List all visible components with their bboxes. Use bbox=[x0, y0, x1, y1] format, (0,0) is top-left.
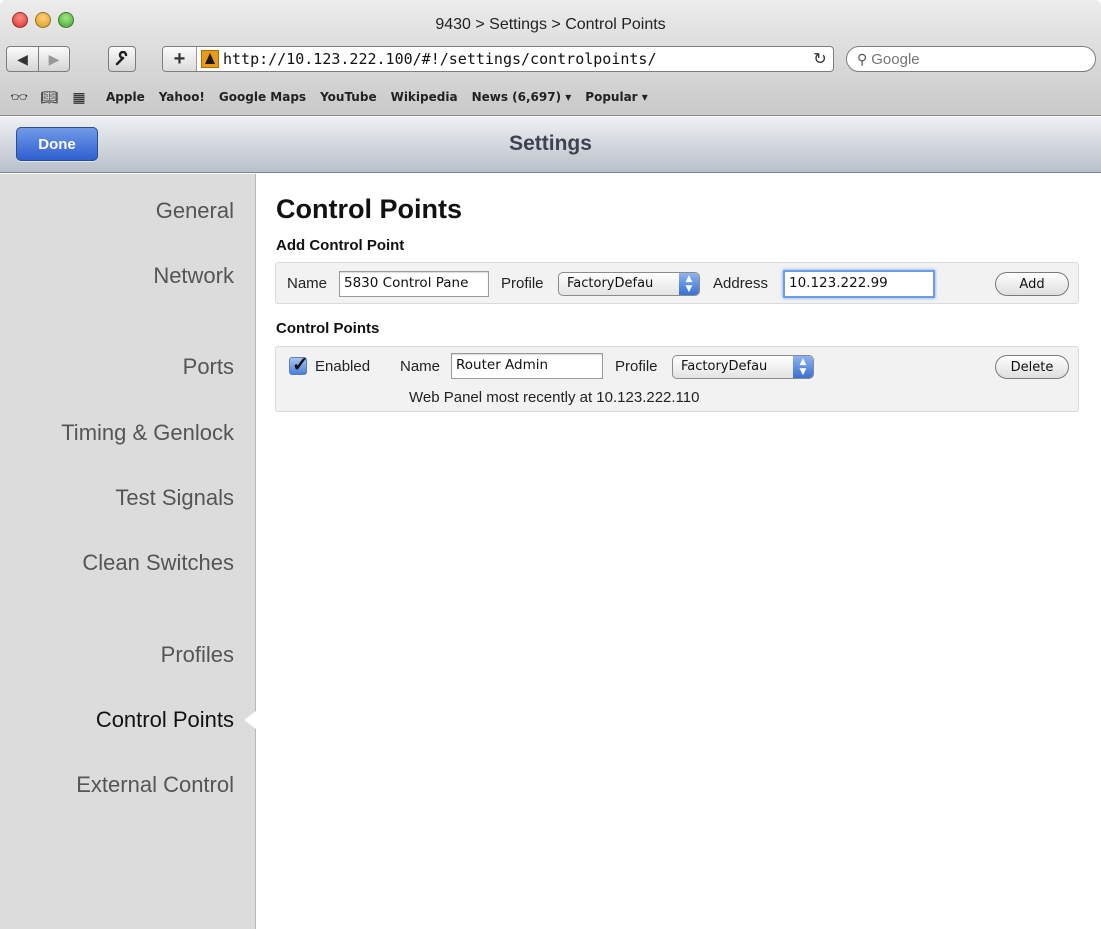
browser-window: 9430 > Settings > Control Points ◀ ▶ + h… bbox=[0, 0, 1101, 929]
reload-icon[interactable]: ↻ bbox=[807, 49, 833, 69]
open-book-icon[interactable]: 📖︎ bbox=[38, 89, 60, 106]
main-content: Control Points Add Control Point Name 58… bbox=[257, 174, 1101, 929]
add-bookmark-button[interactable]: + bbox=[163, 47, 197, 71]
add-section-title: Add Control Point bbox=[276, 237, 405, 254]
profile-select[interactable]: FactoryDefau ▲ ▼ bbox=[558, 272, 700, 296]
back-button[interactable]: ◀ bbox=[6, 46, 39, 72]
enabled-label: Enabled bbox=[315, 358, 371, 375]
row-profile-select[interactable]: FactoryDefau ▲ ▼ bbox=[672, 355, 814, 379]
row-profile-label: Profile bbox=[615, 358, 658, 375]
search-field[interactable]: ⚲ bbox=[846, 46, 1096, 72]
sidebar-item-control-points[interactable]: Control Points bbox=[96, 707, 234, 733]
enabled-checkbox[interactable]: ✓ bbox=[289, 354, 309, 376]
sidebar-item-timing-genlock[interactable]: Timing & Genlock bbox=[61, 420, 234, 446]
bookmark-apple[interactable]: Apple bbox=[106, 90, 145, 104]
reading-glasses-icon[interactable]: 👓︎ bbox=[8, 89, 30, 106]
page-title: Control Points bbox=[276, 194, 462, 224]
address-input[interactable]: 10.123.222.99 bbox=[783, 270, 935, 298]
active-item-pointer bbox=[244, 711, 256, 729]
bookmark-google-maps[interactable]: Google Maps bbox=[219, 90, 306, 104]
row-name-input[interactable]: Router Admin bbox=[451, 353, 603, 379]
site-favicon-icon bbox=[201, 50, 219, 68]
wrench-icon bbox=[115, 51, 128, 66]
sidebar-item-clean-switches[interactable]: Clean Switches bbox=[82, 550, 234, 576]
bookmark-wikipedia[interactable]: Wikipedia bbox=[391, 90, 458, 104]
list-section-title: Control Points bbox=[276, 320, 380, 337]
search-input[interactable] bbox=[871, 50, 1072, 68]
bookmarks-bar: 👓︎ 📖︎ ▦ Apple Yahoo! Google Maps YouTube… bbox=[0, 86, 1101, 108]
window-title: 9430 > Settings > Control Points bbox=[435, 16, 666, 33]
profile-label: Profile bbox=[501, 275, 544, 292]
title-bar: 9430 > Settings > Control Points bbox=[0, 0, 1101, 40]
updown-arrows-icon: ▲ ▼ bbox=[679, 273, 699, 295]
name-label: Name bbox=[287, 275, 328, 292]
status-text: Web Panel most recently at 10.123.222.11… bbox=[409, 389, 700, 406]
checkmark-icon: ✓ bbox=[292, 354, 309, 376]
bookmark-yahoo[interactable]: Yahoo! bbox=[159, 90, 205, 104]
arrow-left-icon: ◀ bbox=[17, 50, 28, 67]
sidebar-item-ports[interactable]: Ports bbox=[183, 354, 234, 380]
bookmark-popular[interactable]: Popular ▾ bbox=[585, 90, 648, 104]
row-profile-select-value: FactoryDefau bbox=[681, 359, 768, 374]
delete-button[interactable]: Delete bbox=[995, 355, 1069, 379]
browser-toolbar: ◀ ▶ + http://10.123.222.100/#!/settings/… bbox=[0, 44, 1101, 80]
profile-select-value: FactoryDefau bbox=[567, 276, 654, 291]
search-icon: ⚲ bbox=[857, 50, 868, 67]
updown-arrows-icon: ▲ ▼ bbox=[793, 356, 813, 378]
sidebar-item-external-control[interactable]: External Control bbox=[76, 772, 234, 798]
bookmark-youtube[interactable]: YouTube bbox=[320, 90, 377, 104]
settings-header: Done Settings bbox=[0, 117, 1101, 173]
page-header-title: Settings bbox=[509, 132, 592, 155]
browser-chrome: 9430 > Settings > Control Points ◀ ▶ + h… bbox=[0, 0, 1101, 116]
settings-sidebar: General Network Ports Timing & Genlock T… bbox=[0, 174, 256, 929]
add-control-point-panel: Name 5830 Control Pane Profile FactoryDe… bbox=[275, 262, 1079, 304]
arrow-right-icon: ▶ bbox=[48, 50, 60, 67]
address-label: Address bbox=[713, 275, 769, 292]
add-button[interactable]: Add bbox=[995, 272, 1069, 296]
row-name-label: Name bbox=[400, 358, 441, 375]
sidebar-item-test-signals[interactable]: Test Signals bbox=[115, 485, 234, 511]
settings-wrench-button[interactable] bbox=[108, 46, 136, 72]
plus-icon: + bbox=[173, 47, 186, 70]
bookmark-news[interactable]: News (6,697) ▾ bbox=[472, 90, 572, 104]
forward-button[interactable]: ▶ bbox=[38, 46, 70, 72]
url-text[interactable]: http://10.123.222.100/#!/settings/contro… bbox=[223, 50, 807, 68]
sidebar-item-network[interactable]: Network bbox=[153, 263, 234, 289]
sidebar-item-profiles[interactable]: Profiles bbox=[161, 642, 234, 668]
sidebar-item-general[interactable]: General bbox=[156, 198, 234, 224]
name-input[interactable]: 5830 Control Pane bbox=[339, 271, 489, 297]
address-bar[interactable]: + http://10.123.222.100/#!/settings/cont… bbox=[162, 46, 834, 72]
grid-icon[interactable]: ▦ bbox=[68, 89, 90, 106]
control-point-row: ✓ Enabled Name Router Admin Profile Fact… bbox=[275, 346, 1079, 412]
